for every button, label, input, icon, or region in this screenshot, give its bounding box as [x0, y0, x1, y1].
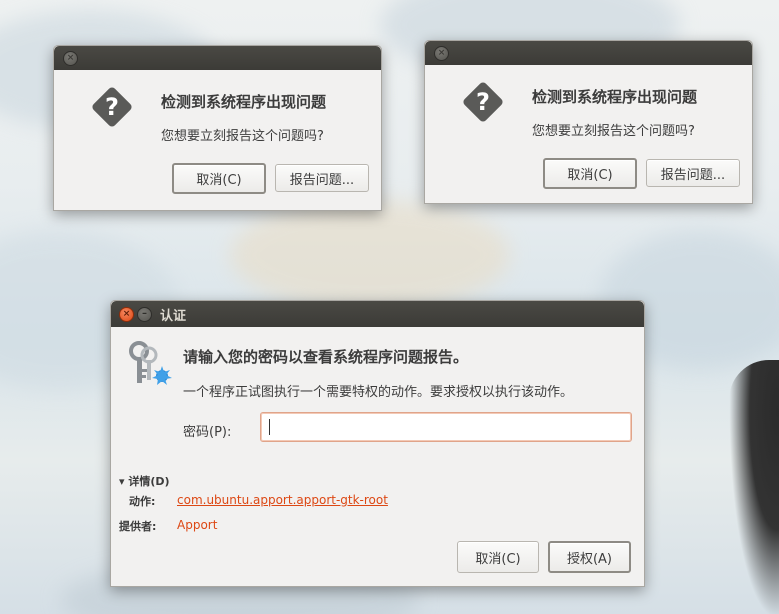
cancel-button[interactable]: 取消(C) [172, 163, 266, 194]
crash-report-dialog-1: × ? 检测到系统程序出现问题 您想要立刻报告这个问题吗? 取消(C) 报告问题… [53, 45, 382, 211]
dialog-question: 您想要立刻报告这个问题吗? [532, 124, 695, 139]
password-input[interactable] [260, 412, 632, 442]
auth-description: 一个程序正试图执行一个需要特权的动作。要求授权以执行该动作。 [183, 385, 574, 400]
authorize-button[interactable]: 授权(A) [548, 541, 631, 573]
titlebar: × [425, 41, 752, 65]
report-problem-button[interactable]: 报告问题... [275, 164, 369, 192]
report-problem-button[interactable]: 报告问题... [646, 159, 740, 187]
question-diamond-icon: ? [87, 82, 137, 136]
close-icon[interactable]: × [434, 45, 449, 61]
window-title: 认证 [160, 308, 187, 324]
text-caret [269, 419, 270, 435]
action-label: 动作: [129, 495, 156, 508]
password-label: 密码(P): [183, 425, 232, 440]
details-toggle[interactable]: ▾ 详情(D) [119, 473, 170, 489]
svg-text:?: ? [476, 88, 490, 116]
authentication-dialog: × – 认证 请输入您的密码以查看系统程序问题报告。 一个程序正试图执行一个需要… [110, 300, 645, 587]
minimize-icon[interactable]: – [137, 306, 152, 322]
svg-text:?: ? [105, 93, 119, 121]
cancel-button[interactable]: 取消(C) [543, 158, 637, 189]
vendor-label: 提供者: [119, 520, 157, 533]
keys-icon [125, 339, 175, 395]
dialog-heading: 检测到系统程序出现问题 [532, 88, 698, 106]
close-icon[interactable]: × [119, 306, 134, 322]
wallpaper-figure [729, 360, 779, 614]
cancel-button[interactable]: 取消(C) [457, 541, 539, 573]
crash-report-dialog-2: × ? 检测到系统程序出现问题 您想要立刻报告这个问题吗? 取消(C) 报告问题… [424, 40, 753, 204]
auth-heading: 请输入您的密码以查看系统程序问题报告。 [183, 348, 469, 366]
action-link[interactable]: com.ubuntu.apport.apport-gtk-root [177, 493, 388, 507]
dialog-heading: 检测到系统程序出现问题 [161, 93, 327, 111]
vendor-link[interactable]: Apport [177, 518, 217, 532]
titlebar: × [54, 46, 381, 70]
dialog-question: 您想要立刻报告这个问题吗? [161, 129, 324, 144]
question-diamond-icon: ? [458, 77, 508, 131]
titlebar: × – 认证 [111, 301, 644, 327]
close-icon[interactable]: × [63, 50, 78, 66]
